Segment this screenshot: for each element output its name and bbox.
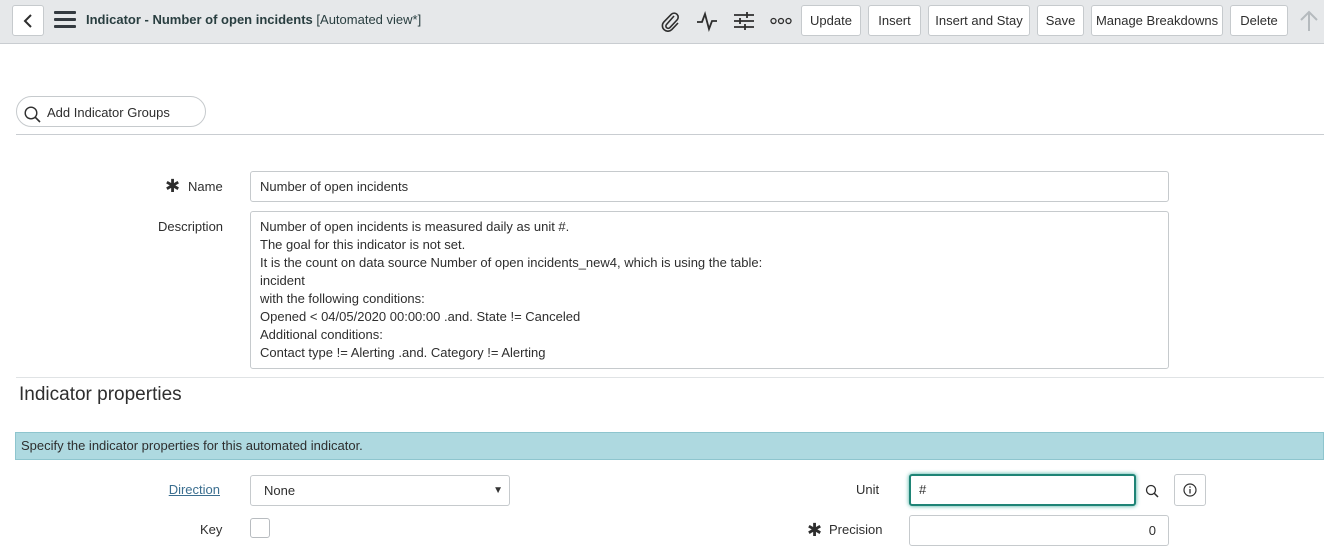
dropdown-arrow-icon: ▼ <box>493 485 503 496</box>
insert-and-stay-button[interactable]: Insert and Stay <box>928 5 1030 36</box>
indicator-groups-search[interactable] <box>16 96 206 127</box>
search-icon <box>24 106 41 123</box>
name-field[interactable]: Number of open incidents <box>250 171 1169 202</box>
view-name: [Automated view*] <box>316 12 422 27</box>
info-message: Specify the indicator properties for thi… <box>15 432 1324 460</box>
section-title: Indicator properties <box>19 384 182 405</box>
direction-label-link[interactable]: Direction <box>169 482 220 497</box>
precision-label: Precision <box>829 522 883 537</box>
insert-button[interactable]: Insert <box>868 5 921 36</box>
unit-lookup-button[interactable] <box>1136 475 1167 506</box>
save-button[interactable]: Save <box>1037 5 1084 36</box>
key-checkbox[interactable] <box>250 518 270 538</box>
delete-button[interactable]: Delete <box>1230 5 1288 36</box>
divider <box>16 134 1324 135</box>
info-icon <box>1183 483 1197 497</box>
activity-icon[interactable] <box>695 9 719 33</box>
direction-value: None <box>264 483 296 498</box>
mandatory-icon: ✱ <box>165 176 181 196</box>
paperclip-icon[interactable] <box>658 9 682 33</box>
direction-select[interactable]: None ▼ <box>250 475 510 506</box>
manage-breakdowns-button[interactable]: Manage Breakdowns <box>1091 5 1223 36</box>
key-label: Key <box>200 522 223 537</box>
description-label: Description <box>158 219 224 234</box>
hamburger-menu-icon[interactable] <box>54 11 76 29</box>
chevron-left-icon <box>23 13 32 28</box>
indicator-groups-input[interactable] <box>47 102 197 122</box>
back-button[interactable] <box>12 5 44 36</box>
form-header: Indicator - Number of open incidents [Au… <box>0 0 1324 44</box>
description-textarea[interactable]: Number of open incidents is measured dai… <box>250 211 1169 369</box>
form-title: Indicator - Number of open incidents [Au… <box>86 12 422 27</box>
section-divider <box>16 377 1324 378</box>
unit-info-button[interactable] <box>1174 474 1206 506</box>
arrow-up-icon[interactable] <box>1297 9 1321 33</box>
unit-field[interactable]: # <box>909 474 1136 506</box>
precision-field[interactable]: 0 <box>909 515 1169 546</box>
update-button[interactable]: Update <box>801 5 861 36</box>
sliders-icon[interactable] <box>732 9 756 33</box>
more-icon[interactable] <box>769 9 793 33</box>
mandatory-icon: ✱ <box>807 520 823 540</box>
name-label: Name <box>188 179 223 194</box>
unit-label: Unit <box>856 482 880 497</box>
search-icon <box>1145 484 1159 498</box>
